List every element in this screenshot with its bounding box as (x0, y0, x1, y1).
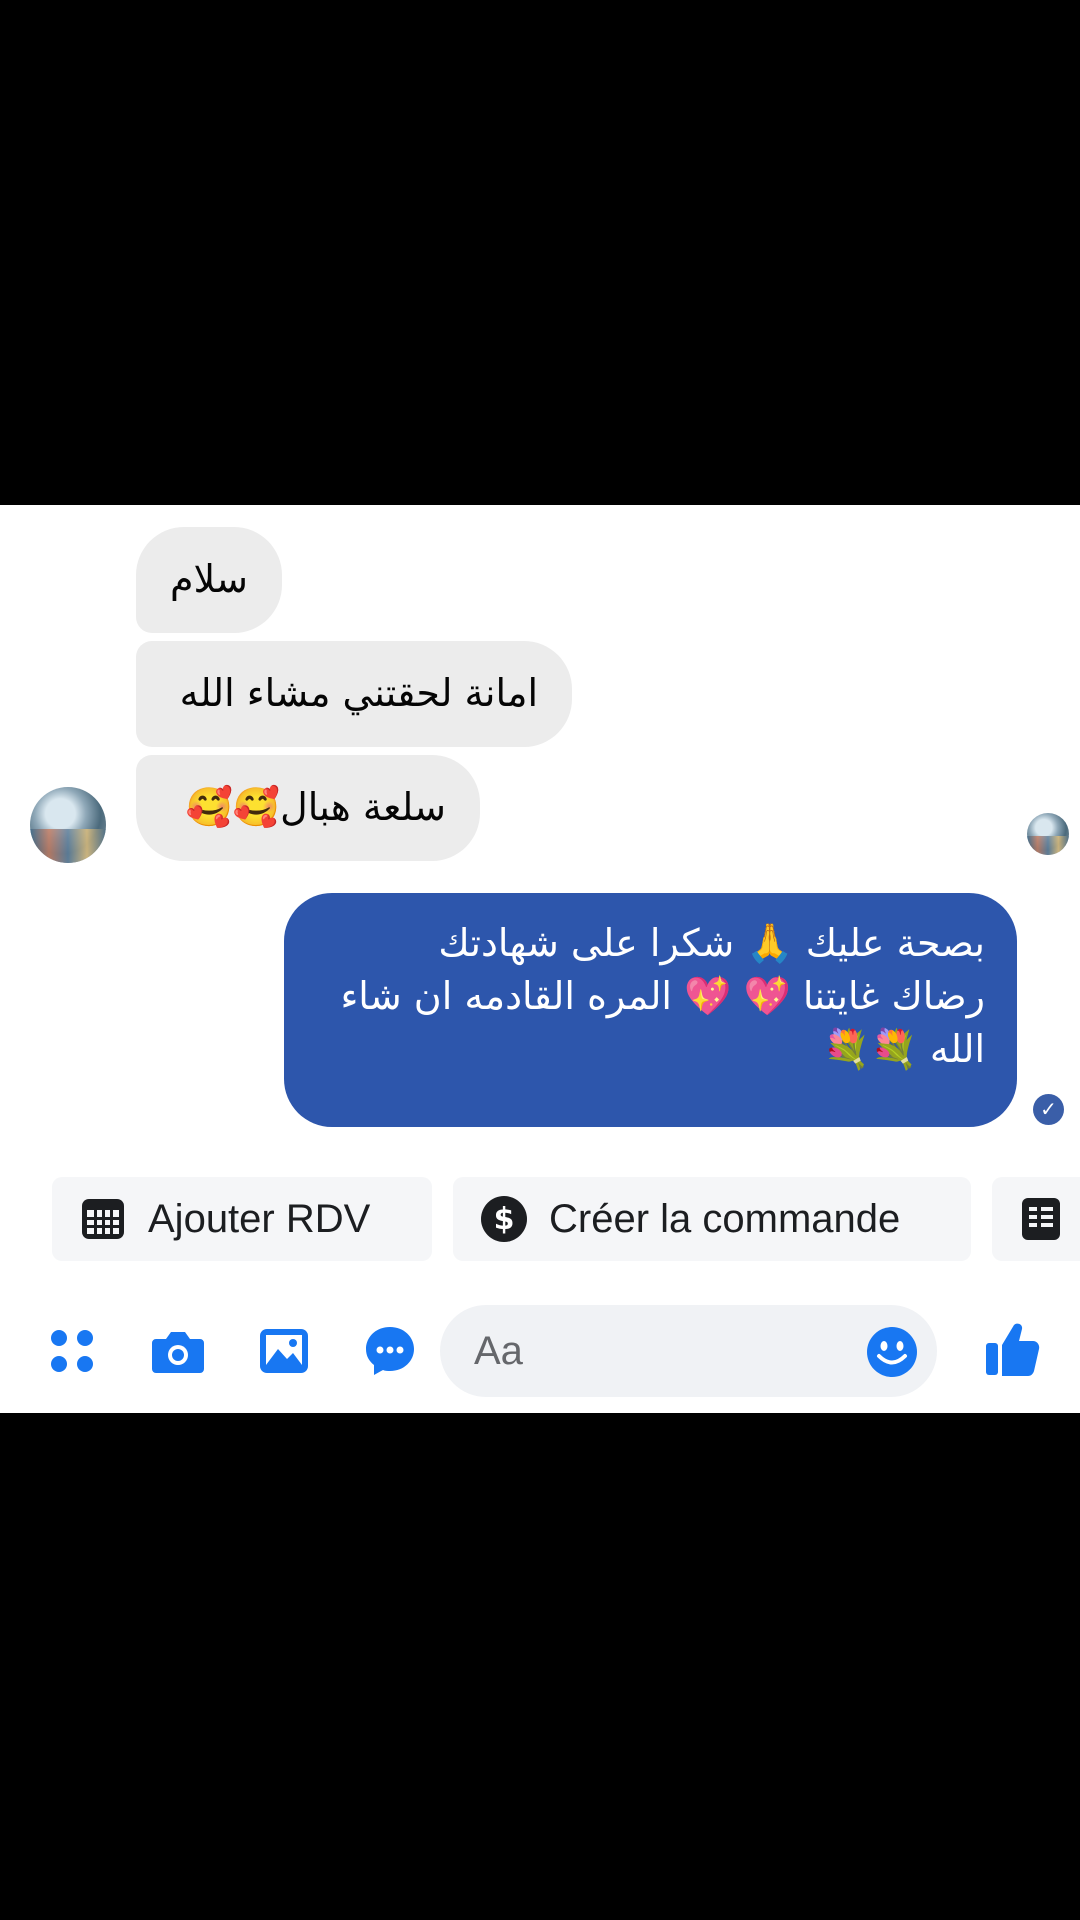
chat-bubble-icon[interactable] (362, 1323, 418, 1379)
message-line: الله 💐💐 (823, 1027, 985, 1072)
message-text: امانة لحقتني مشاء الله (179, 671, 538, 716)
message-composer: Aa (0, 1293, 1080, 1403)
message-text: سلام (169, 557, 248, 602)
dollar-icon: $ (481, 1196, 527, 1242)
apps-icon[interactable] (44, 1323, 100, 1379)
add-appointment-label: Ajouter RDV (148, 1196, 371, 1241)
message-text: سلعة هبال🥰🥰 (185, 785, 446, 830)
message-line: رضاك غايتنا 💖 💖 المره القادمه ان شاء (340, 974, 985, 1019)
camera-icon[interactable] (150, 1323, 206, 1379)
image-icon[interactable] (256, 1323, 312, 1379)
add-appointment-button[interactable]: Ajouter RDV (52, 1177, 432, 1261)
incoming-message[interactable]: امانة لحقتني مشاء الله (136, 641, 572, 747)
create-order-label: Créer la commande (549, 1196, 901, 1241)
message-input[interactable]: Aa (440, 1305, 937, 1397)
message-line: بصحة عليك 🙏 شكرا على شهادتك (438, 921, 985, 965)
create-order-button[interactable]: $ Créer la commande (453, 1177, 971, 1261)
check-circle-icon: ✓ (1033, 1094, 1064, 1125)
conversation-screen: سلام امانة لحقتني مشاء الله سلعة هبال🥰🥰 … (0, 505, 1080, 1413)
receipt-icon (1022, 1198, 1060, 1240)
outgoing-message[interactable]: بصحة عليك 🙏 شكرا على شهادتك رضاك غايتنا … (284, 893, 1017, 1127)
incoming-message[interactable]: سلام (136, 527, 282, 633)
read-receipt-avatar (1027, 813, 1069, 855)
thumbs-up-icon[interactable] (982, 1319, 1042, 1379)
quick-actions-bar: Ajouter RDV $ Créer la commande (0, 1173, 1080, 1265)
svg-text:$: $ (494, 1202, 515, 1237)
smiley-icon[interactable] (865, 1325, 919, 1379)
incoming-message[interactable]: سلعة هبال🥰🥰 (136, 755, 480, 861)
contact-avatar[interactable] (30, 787, 106, 863)
message-input-placeholder: Aa (474, 1328, 523, 1373)
calendar-icon (82, 1199, 124, 1239)
more-actions-button[interactable] (992, 1177, 1080, 1261)
